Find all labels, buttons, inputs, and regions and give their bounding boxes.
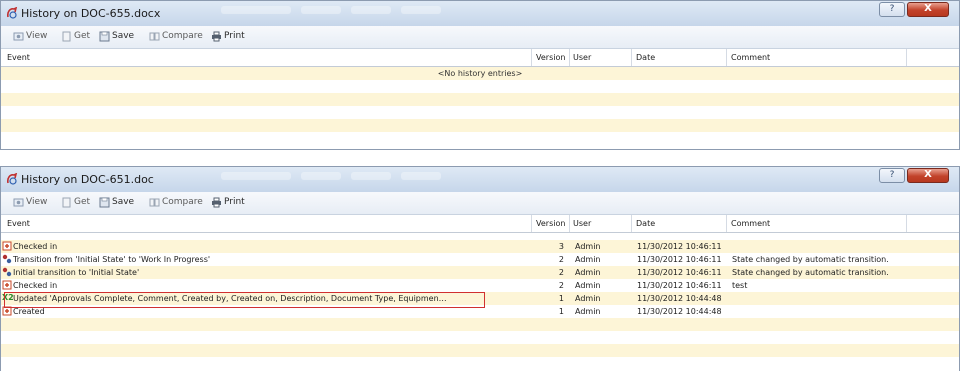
print-icon [212,31,221,42]
blurred-menu-ghost [351,6,391,14]
blurred-menu-ghost [221,172,291,180]
blurred-menu-ghost [401,172,441,180]
table-row [1,119,959,132]
history-window-doc-651: History on DOC-651.doc ? X View Get Save… [0,166,960,371]
column-header-user[interactable]: User [573,219,591,228]
close-button[interactable]: X [907,168,949,183]
table-row [1,331,959,344]
save-button[interactable]: Save [99,31,137,44]
toolbar: View Get Save Compare Print [1,26,959,49]
blurred-menu-ghost [301,6,341,14]
column-header-comment[interactable]: Comment [731,219,770,228]
column-divider[interactable] [726,49,727,66]
table-row [1,93,959,106]
column-divider[interactable] [569,49,570,66]
grid-header: Event Version User Date Comment [1,49,959,67]
grid-header: Event Version User Date Comment [1,215,959,233]
close-button[interactable]: X [907,2,949,17]
table-row [1,80,959,93]
table-row[interactable]: Checked in 2 Admin 11/30/2012 10:46:11 t… [1,279,959,292]
column-header-version[interactable]: Version [536,53,565,62]
title-bar[interactable]: History on DOC-655.docx ? X [1,1,959,27]
column-header-date[interactable]: Date [636,219,655,228]
window-title: History on DOC-655.docx [21,7,161,20]
get-icon [62,197,71,208]
help-button[interactable]: ? [879,2,905,17]
column-divider[interactable] [906,215,907,232]
column-divider[interactable] [631,49,632,66]
save-button[interactable]: Save [99,197,137,210]
column-header-comment[interactable]: Comment [731,53,770,62]
checked-in-icon [2,241,12,251]
column-divider[interactable] [569,215,570,232]
title-bar[interactable]: History on DOC-651.doc ? X [1,167,959,193]
help-button[interactable]: ? [879,168,905,183]
view-button[interactable]: View [13,197,53,210]
table-row[interactable]: Checked in 3 Admin 11/30/2012 10:46:11 [1,240,959,253]
print-button[interactable]: Print [211,197,251,210]
table-row: <No history entries> [1,67,959,80]
transition-icon [2,254,12,264]
table-row [1,357,959,370]
column-divider[interactable] [906,49,907,66]
column-header-version[interactable]: Version [536,219,565,228]
highlight-box [4,292,485,308]
table-row [1,132,959,145]
blurred-menu-ghost [221,6,291,14]
compare-button[interactable]: Compare [149,197,204,210]
column-header-date[interactable]: Date [636,53,655,62]
table-row[interactable]: Transition from 'Initial State' to 'Work… [1,253,959,266]
compare-icon [149,198,160,207]
view-icon [13,198,24,207]
window-title: History on DOC-651.doc [21,173,154,186]
get-button[interactable]: Get [61,197,91,210]
column-divider[interactable] [631,215,632,232]
checked-in-icon [2,280,12,290]
print-button[interactable]: Print [211,31,251,44]
blurred-menu-ghost [401,6,441,14]
blurred-menu-ghost [351,172,391,180]
toolbar: View Get Save Compare Print [1,192,959,215]
table-row[interactable]: Initial transition to 'Initial State' 2 … [1,266,959,279]
history-window-doc-655: History on DOC-655.docx ? X View Get Sav… [0,0,960,150]
table-row [1,106,959,119]
table-row [1,344,959,357]
table-row [1,318,959,331]
no-history-entries-text: <No history entries> [437,69,523,78]
column-divider[interactable] [531,49,532,66]
column-divider[interactable] [726,215,727,232]
view-icon [13,32,24,41]
view-button[interactable]: View [13,31,53,44]
transition-icon [2,267,12,277]
get-icon [62,31,71,42]
column-header-event[interactable]: Event [7,53,30,62]
blurred-menu-ghost [301,172,341,180]
compare-button[interactable]: Compare [149,31,204,44]
compare-icon [149,32,160,41]
history-app-icon [7,173,18,185]
save-icon [99,197,110,208]
column-divider[interactable] [531,215,532,232]
history-app-icon [7,7,18,19]
save-icon [99,31,110,42]
print-icon [212,197,221,208]
column-header-event[interactable]: Event [7,219,30,228]
column-header-user[interactable]: User [573,53,591,62]
get-button[interactable]: Get [61,31,91,44]
